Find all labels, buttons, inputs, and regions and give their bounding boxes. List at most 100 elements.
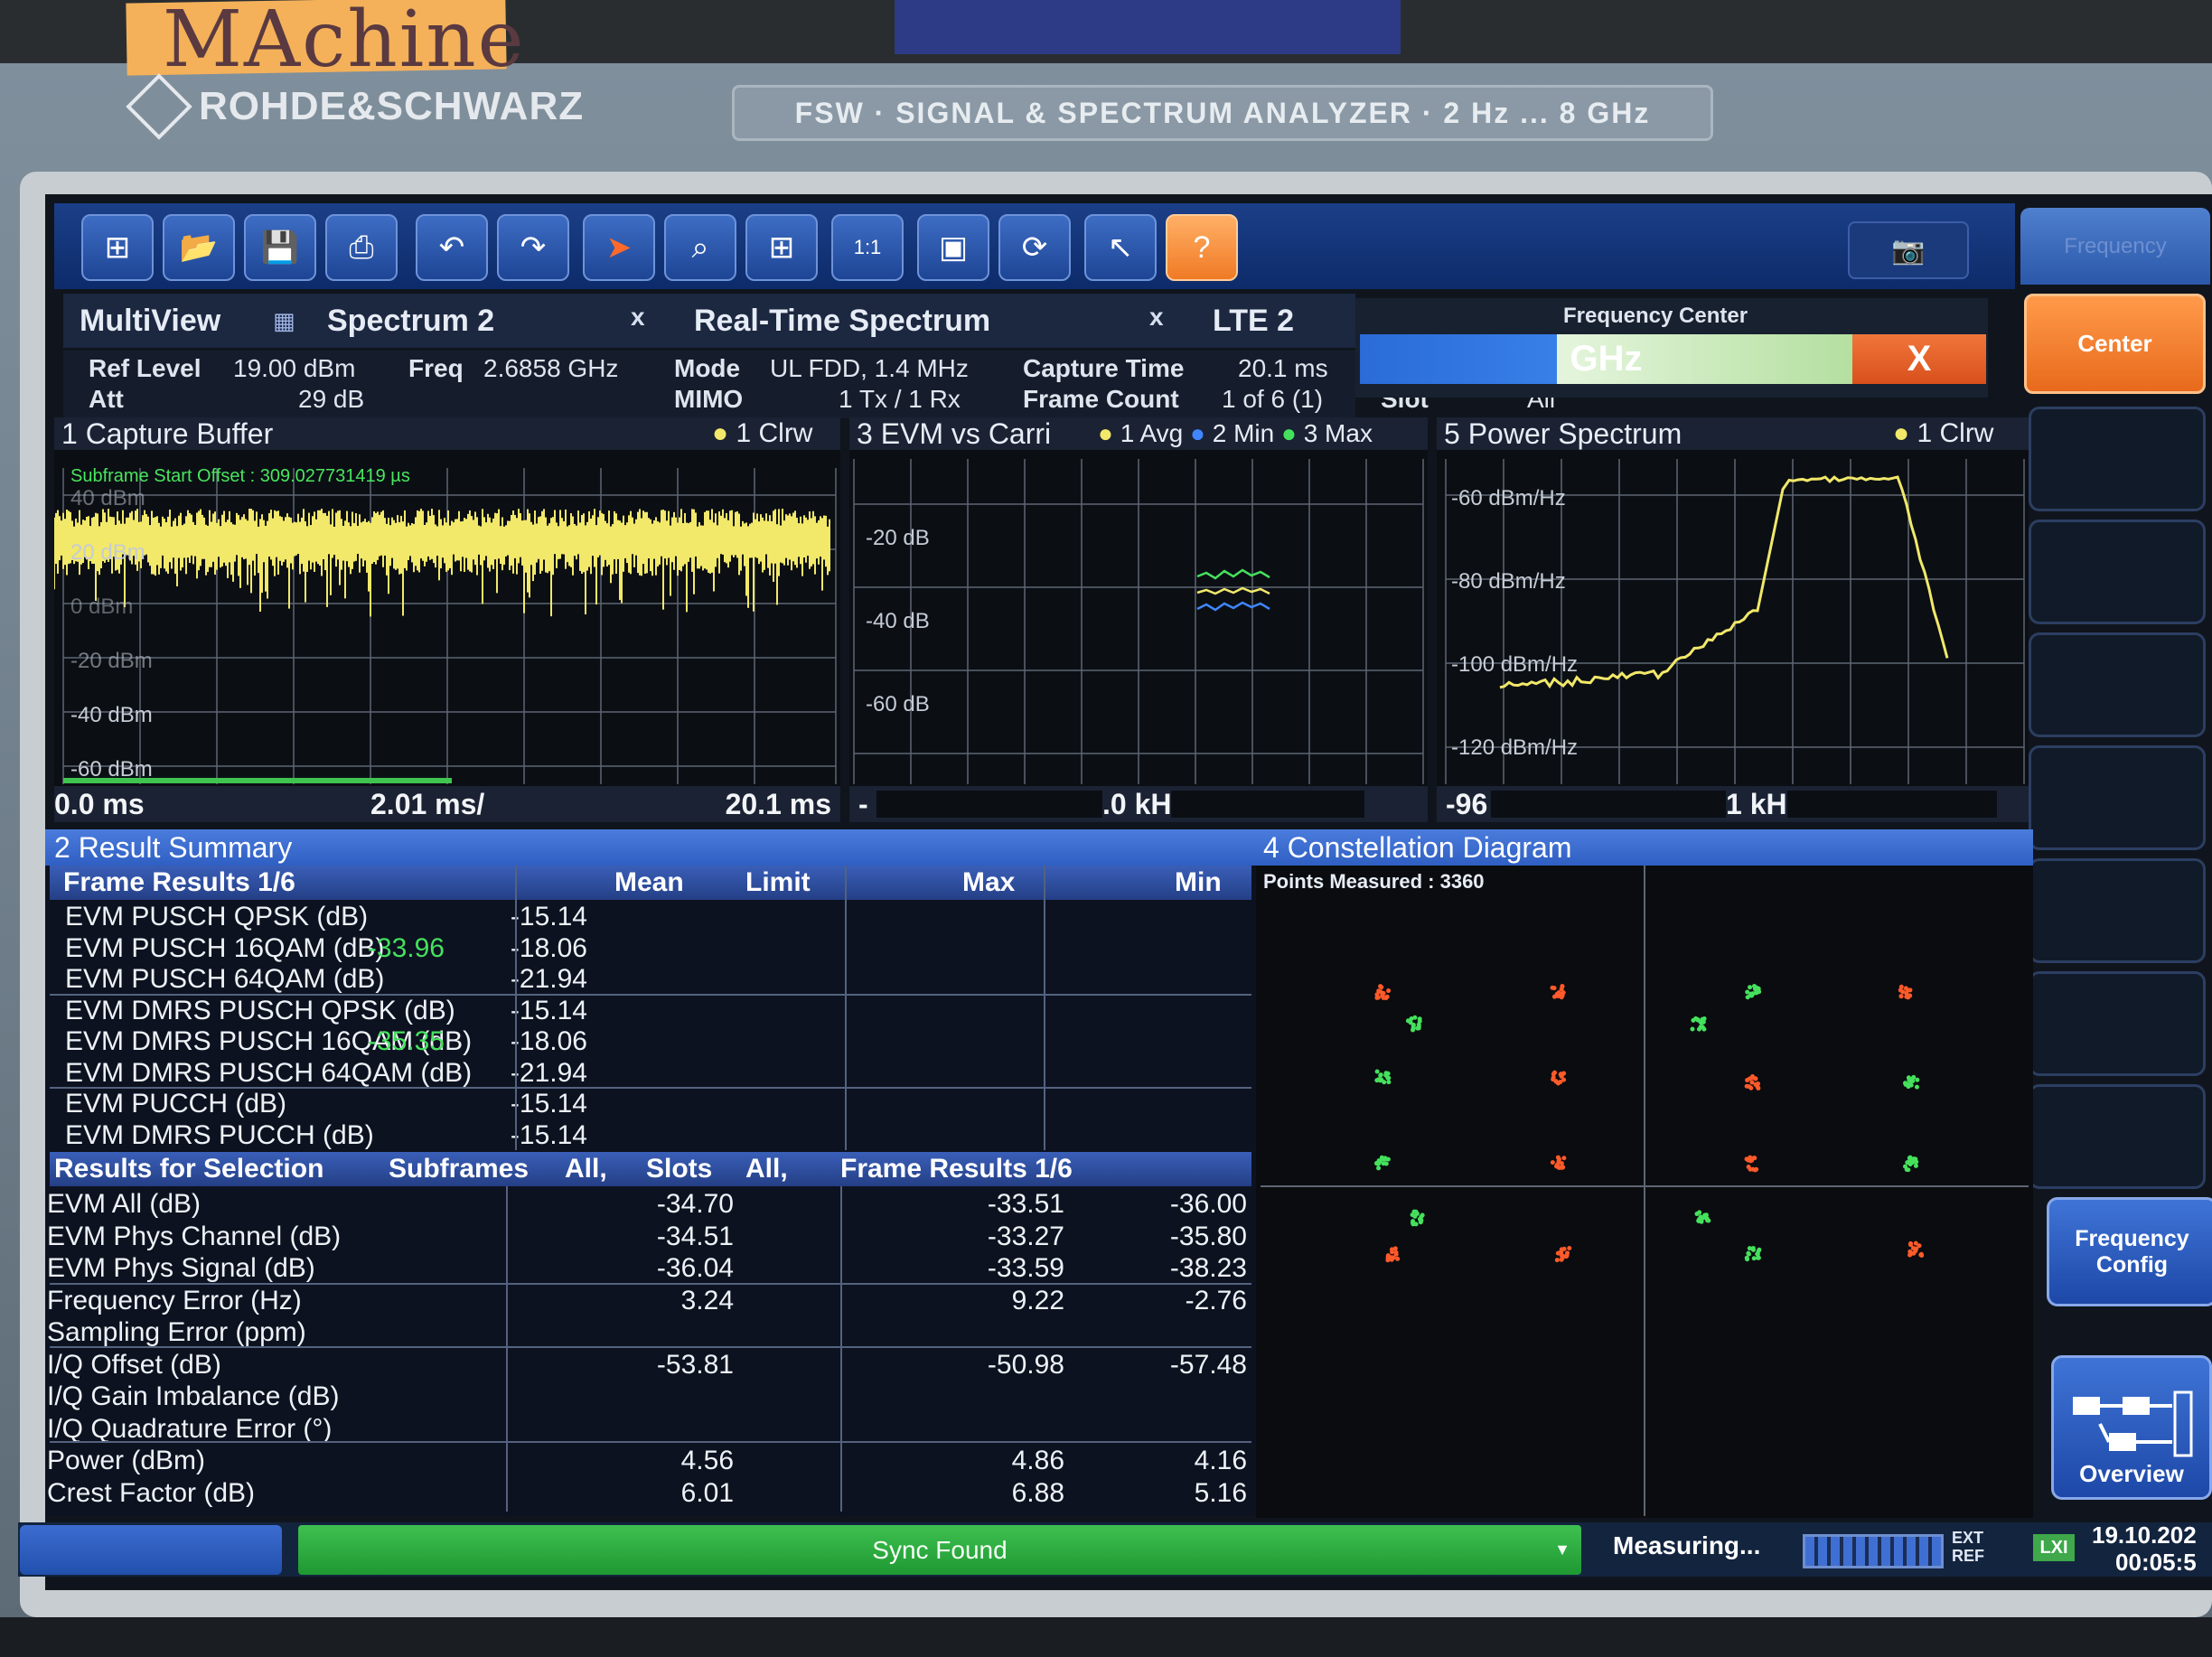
print-icon[interactable]: ⎙ — [325, 214, 398, 281]
constellation-point — [1753, 1167, 1758, 1173]
freq-value[interactable]: 2.6858 GHz — [483, 354, 618, 383]
constellation-point — [1556, 1165, 1561, 1170]
evm-x-axis-label: .0 kH — [1102, 787, 1172, 821]
softkey-empty-2[interactable] — [2029, 520, 2206, 624]
constellation-point — [1698, 1025, 1703, 1030]
constellation-point — [1701, 1016, 1707, 1021]
redo-icon[interactable]: ↷ — [497, 214, 569, 281]
whats-this-icon[interactable]: ↖ — [1084, 214, 1157, 281]
softkey-frequency-config[interactable]: Frequency Config — [2047, 1197, 2212, 1306]
selection-header-subframes-value[interactable]: All, — [565, 1154, 607, 1184]
status-left-button[interactable] — [20, 1525, 282, 1575]
selection-row-min: -38.23 — [1169, 1253, 1247, 1283]
ref-level-value[interactable]: 19.00 dBm — [233, 354, 355, 383]
constellation-point — [1918, 1251, 1924, 1257]
softkey-center[interactable]: Center — [2024, 294, 2206, 394]
selection-row: EVM Phys Channel (dB) -34.51 -33.27 -35.80 — [45, 1222, 1256, 1252]
mimo-value[interactable]: 1 Tx / 1 Rx — [839, 385, 961, 414]
constellation-point — [1745, 989, 1750, 995]
zoom-icon[interactable]: ⌕ — [664, 214, 736, 281]
tab-spectrum-2-close-icon[interactable]: x — [631, 303, 645, 332]
power-spectrum-trace-legend: ● 1 Clrw — [1893, 418, 1994, 448]
frame-row-name: EVM PUSCH 16QAM (dB) — [65, 932, 385, 963]
constellation-point — [1376, 1166, 1382, 1171]
power-spectrum-pane[interactable]: 5 Power Spectrum ● 1 Clrw -60 dBm/Hz -80… — [1437, 417, 2029, 822]
tab-real-time-close-icon[interactable]: x — [1149, 303, 1164, 332]
capture-time-value[interactable]: 20.1 ms — [1238, 354, 1328, 383]
selection-row-name: I/Q Gain Imbalance (dB) — [47, 1381, 340, 1411]
save-icon[interactable]: 💾 — [244, 214, 316, 281]
undo-icon[interactable]: ↶ — [416, 214, 488, 281]
constellation-point — [1412, 1213, 1418, 1219]
chevron-down-icon[interactable]: ▼ — [1554, 1540, 1570, 1559]
selection-header-slots-value[interactable]: All, — [745, 1154, 788, 1184]
result-summary-title: 2 Result Summary — [45, 829, 1256, 866]
sticky-note-text: MAchine — [163, 0, 526, 85]
constellation-point — [1553, 1079, 1559, 1084]
sync-status-text: Sync Found — [872, 1535, 1008, 1564]
screenshot-camera-icon[interactable]: 📷 — [1848, 221, 1969, 279]
zoom-1to1-icon[interactable]: 1:1 — [831, 214, 904, 281]
att-value[interactable]: 29 dB — [298, 385, 364, 414]
tab-multiview[interactable]: MultiView — [80, 294, 220, 348]
frame-results-row: EVM DMRS PUSCH 64QAM (dB) -21.94 — [45, 1058, 1256, 1089]
selection-row: I/Q Gain Imbalance (dB) — [45, 1381, 1256, 1412]
softkey-empty-6[interactable] — [2029, 971, 2206, 1076]
measuring-status: Measuring... — [1613, 1531, 1761, 1559]
selection-row: Frequency Error (Hz) 3.24 9.22 -2.76 — [45, 1286, 1256, 1316]
softkey-overview[interactable]: Overview — [2051, 1355, 2212, 1500]
selection-row-max: 4.86 — [1011, 1446, 1064, 1475]
frame-row-mean: -35.35 — [367, 1026, 445, 1056]
constellation-point — [1556, 1158, 1561, 1164]
evm-y-tick-minus60: -60 dB — [866, 692, 930, 716]
y-tick-0dbm: 0 dBm — [70, 594, 134, 619]
constellation-point — [1554, 1258, 1560, 1263]
softkey-empty-1[interactable] — [2029, 407, 2206, 511]
mode-value[interactable]: UL FDD, 1.4 MHz — [770, 354, 969, 383]
ps-y-tick-minus120: -120 dBm/Hz — [1451, 735, 1579, 760]
softkey-empty-7[interactable] — [2029, 1084, 2206, 1189]
constellation-point — [1377, 1078, 1382, 1083]
softkey-empty-5[interactable] — [2029, 858, 2206, 963]
frame-results-header-limit: Limit — [745, 867, 811, 897]
windows-icon[interactable]: ⊞ — [81, 214, 154, 281]
constellation-point — [1746, 1250, 1751, 1256]
evm-vs-carrier-pane[interactable]: 3 EVM vs Carri ● 1 Avg ● 2 Min ● 3 Max -… — [849, 417, 1428, 822]
power-spectrum-trace-label: 1 Clrw — [1917, 418, 1994, 448]
display-icon[interactable]: ▣ — [917, 214, 989, 281]
frequency-center-input[interactable]: GHz — [1360, 334, 1852, 384]
softkey-frequency-header[interactable]: Frequency — [2020, 208, 2210, 285]
pointer-icon[interactable]: ➤ — [583, 214, 655, 281]
measure-progress-bar — [1803, 1534, 1944, 1568]
softkey-empty-3[interactable] — [2029, 632, 2206, 737]
evm-vs-carrier-plot — [853, 459, 1424, 784]
constellation-point — [1906, 1075, 1911, 1081]
selection-row-mean: -34.70 — [656, 1189, 734, 1219]
constellation-point — [1908, 1242, 1914, 1248]
softkey-empty-4[interactable] — [2029, 745, 2206, 850]
x-start-label: 0.0 ms — [54, 787, 145, 820]
tab-bar: MultiView ▦ Spectrum 2 x Real-Time Spect… — [63, 294, 1355, 348]
frame-row-name: EVM PUSCH QPSK (dB) — [65, 902, 369, 931]
tab-lte-2[interactable]: LTE 2 — [1213, 294, 1294, 348]
tab-real-time-spectrum[interactable]: Real-Time Spectrum — [694, 294, 990, 348]
frequency-editor-close-button[interactable]: X — [1852, 334, 1986, 384]
constellation-point — [1748, 985, 1753, 990]
constellation-point — [1380, 1156, 1385, 1162]
constellation-point — [1550, 1160, 1555, 1166]
help-icon[interactable]: ? — [1166, 214, 1238, 281]
constellation-point — [1745, 995, 1750, 1000]
evm-vs-carrier-title-text: 3 EVM vs Carri — [857, 417, 1052, 450]
ps-x-left-label: -96 — [1446, 787, 1488, 820]
constellation-point — [1386, 1080, 1392, 1085]
open-folder-icon[interactable]: 📂 — [163, 214, 235, 281]
constellation-point — [1389, 1255, 1394, 1260]
sequencer-icon[interactable]: ⟳ — [998, 214, 1071, 281]
multi-zoom-icon[interactable]: ⊞ — [745, 214, 818, 281]
frame-results-row: EVM PUSCH QPSK (dB) -15.14 — [45, 902, 1256, 932]
frame-count-value[interactable]: 1 of 6 (1) — [1222, 385, 1323, 414]
tab-spectrum-2[interactable]: Spectrum 2 — [327, 294, 494, 348]
subframe-offset-note: Subframe Start Offset : 309.027731419 µs — [70, 466, 410, 486]
selection-row-name: Sampling Error (ppm) — [47, 1317, 306, 1347]
capture-buffer-pane[interactable]: 1 Capture Buffer ● 1 Clrw Subframe Start… — [54, 417, 840, 822]
